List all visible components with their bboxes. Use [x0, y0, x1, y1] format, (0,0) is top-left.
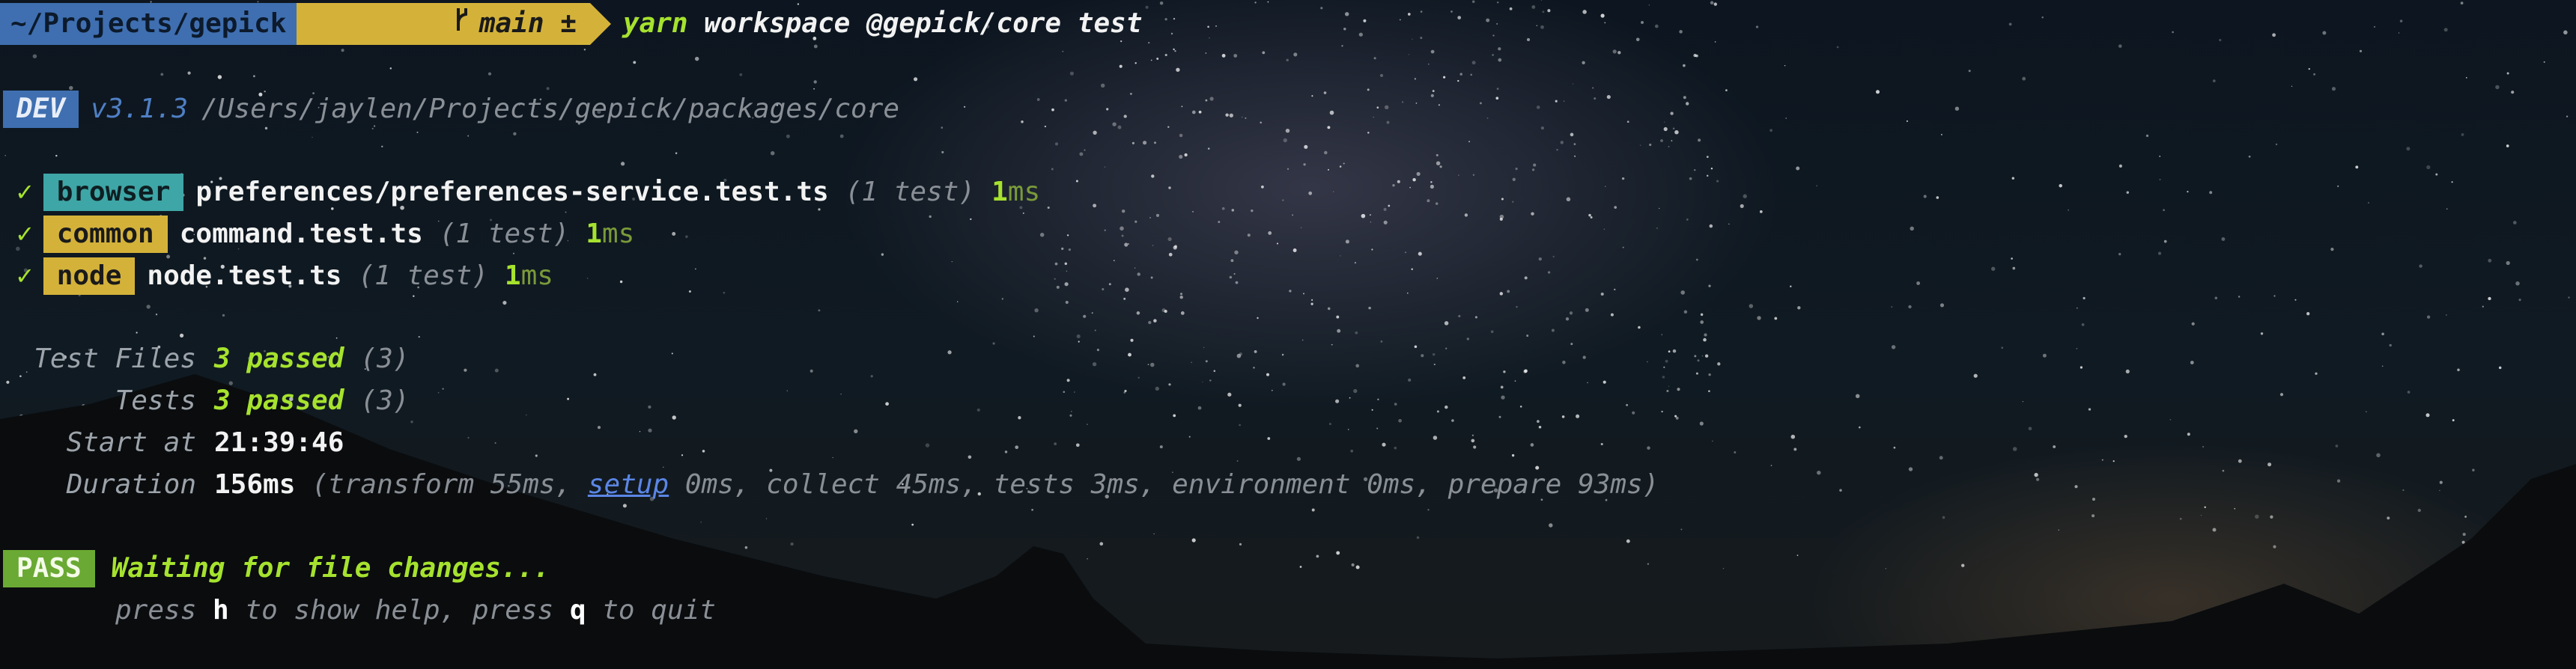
test-result-row: ✓ common command.test.ts (1 test) 1 ms	[0, 213, 634, 255]
terminal-output: ~/Projects/gepick main ± yarn workspace …	[0, 0, 2576, 669]
summary-total: (3)	[360, 343, 410, 374]
summary-start-time: 21:39:46	[214, 427, 344, 458]
test-file: command.test.ts	[179, 219, 423, 249]
summary-duration: Duration 156ms (transform 55ms, setup 0m…	[0, 464, 1659, 506]
summary-start-at: Start at 21:39:46	[0, 422, 344, 464]
summary-label: Test Files	[34, 343, 196, 374]
summary-passed: 3 passed	[214, 343, 344, 374]
pass-badge: PASS	[3, 550, 95, 587]
quit-key[interactable]: q	[570, 590, 586, 632]
setup-link[interactable]: setup	[588, 469, 669, 500]
prompt-path: ~/Projects/gepick	[10, 8, 287, 39]
prompt-path-segment: ~/Projects/gepick	[0, 3, 297, 45]
summary-duration-value: 156ms	[214, 469, 296, 500]
check-icon: ✓	[16, 260, 33, 291]
summary-label: Start at	[66, 427, 196, 458]
test-file: preferences/preferences-service.test.ts	[195, 177, 829, 207]
summary-tests: Tests 3 passed (3)	[0, 380, 410, 422]
test-count: (1 test)	[439, 219, 570, 249]
summary-label: Tests	[115, 385, 196, 416]
test-result-row: ✓ node node.test.ts (1 test) 1 ms	[0, 255, 553, 297]
test-result-row: ✓ browser preferences/preferences-servic…	[0, 171, 1040, 213]
check-icon: ✓	[16, 177, 33, 207]
vitest-version: v3.1.3	[91, 94, 189, 124]
shell-prompt: ~/Projects/gepick main ± yarn workspace …	[0, 3, 1142, 45]
test-time-unit: ms	[520, 260, 553, 291]
dev-header: DEV v3.1.3 /Users/jaylen/Projects/gepick…	[0, 88, 899, 130]
test-time: 1	[504, 260, 521, 291]
test-time-unit: ms	[601, 219, 635, 249]
test-file: node.test.ts	[147, 260, 342, 291]
git-branch-name: main ±	[479, 8, 577, 39]
summary-total: (3)	[360, 385, 410, 416]
dev-badge: DEV	[3, 91, 79, 128]
command-args: workspace @gepick/core test	[687, 8, 1143, 39]
pass-status: PASS Waiting for file changes...	[0, 548, 550, 590]
test-time: 1	[991, 177, 1008, 207]
test-time: 1	[586, 219, 602, 249]
prompt-git-segment: main ±	[297, 3, 590, 45]
project-badge: common	[43, 216, 168, 253]
git-branch-icon	[323, 0, 470, 87]
summary-test-files: Test Files 3 passed (3)	[0, 338, 409, 380]
project-badge: browser	[43, 174, 184, 211]
command-tool: yarn	[622, 8, 688, 39]
summary-passed: 3 passed	[214, 385, 344, 416]
project-path: /Users/jaylen/Projects/gepick/packages/c…	[201, 94, 900, 124]
help-hint: press h to show help, press q to quit	[115, 590, 716, 632]
project-badge: node	[43, 257, 136, 295]
help-key[interactable]: h	[213, 590, 229, 632]
test-count: (1 test)	[845, 177, 976, 207]
summary-label: Duration	[66, 469, 196, 500]
test-time-unit: ms	[1007, 177, 1041, 207]
watch-message: Waiting for file changes...	[111, 553, 550, 584]
duration-detail: (transform 55ms, setup 0ms, collect 45ms…	[312, 469, 1659, 500]
test-count: (1 test)	[358, 260, 488, 291]
check-icon: ✓	[16, 219, 33, 249]
powerline-separator-icon	[589, 3, 611, 45]
